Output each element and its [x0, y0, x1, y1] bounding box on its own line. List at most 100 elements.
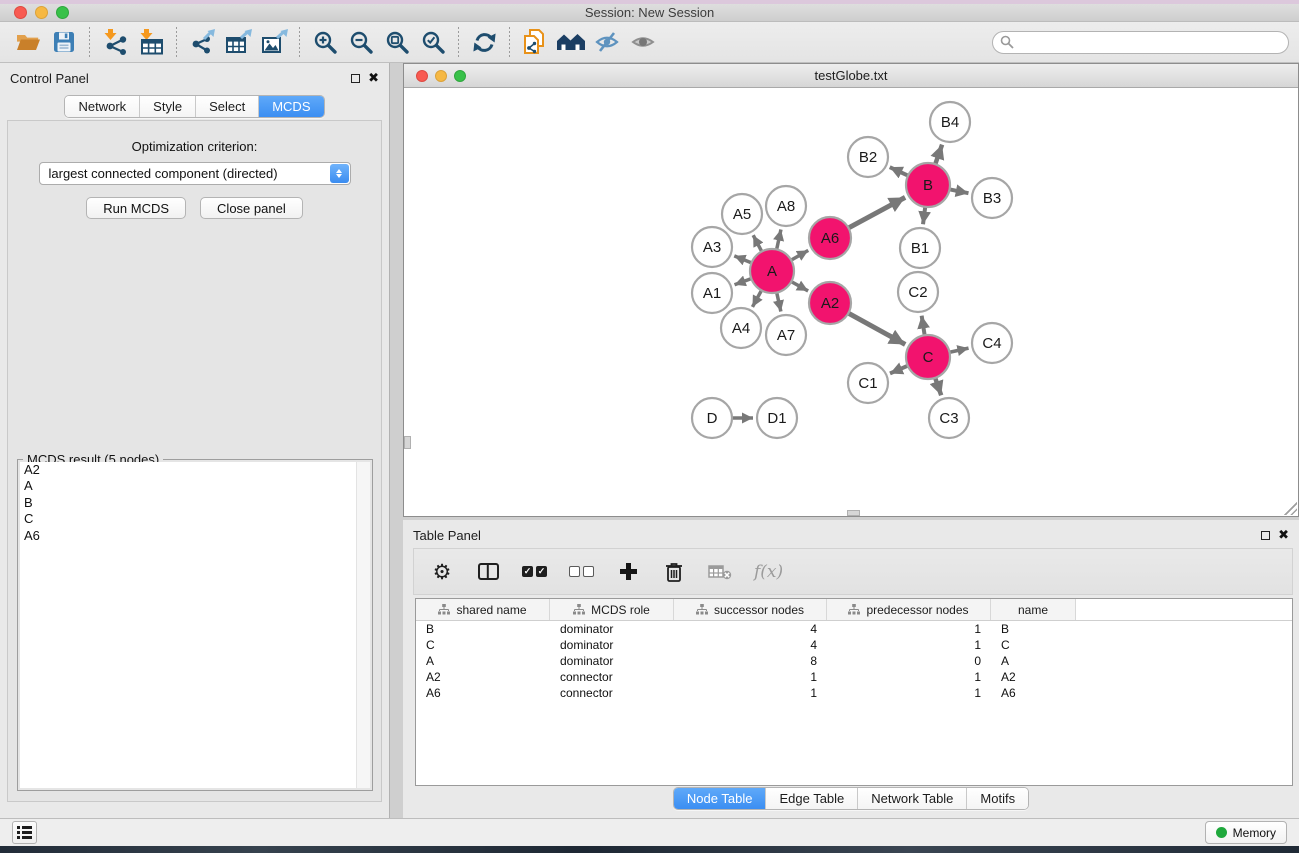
- graph-edge-A-A5[interactable]: [753, 235, 762, 252]
- table-row[interactable]: Adominator80A: [416, 653, 1292, 669]
- graph-node-B[interactable]: B: [906, 163, 950, 207]
- tab-motifs[interactable]: Motifs: [967, 788, 1028, 809]
- graph-node-A[interactable]: A: [750, 249, 794, 293]
- float-panel-icon[interactable]: [351, 74, 360, 83]
- column-header-successor-nodes[interactable]: successor nodes: [674, 599, 827, 620]
- search-input[interactable]: [992, 31, 1289, 54]
- column-header-predecessor-nodes[interactable]: predecessor nodes: [827, 599, 991, 620]
- graph-edge-A-A1[interactable]: [735, 278, 753, 285]
- graph-node-A1[interactable]: A1: [692, 273, 732, 313]
- graph-node-B2[interactable]: B2: [848, 137, 888, 177]
- graph-node-B3[interactable]: B3: [972, 178, 1012, 218]
- tab-network-table[interactable]: Network Table: [858, 788, 967, 809]
- zoom-selected-button[interactable]: [415, 25, 451, 59]
- tab-select[interactable]: Select: [196, 96, 259, 117]
- zoom-out-button[interactable]: [343, 25, 379, 59]
- graph-edge-A-A4[interactable]: [752, 289, 762, 306]
- select-all-columns-button[interactable]: ✓✓: [522, 559, 547, 585]
- list-item[interactable]: A: [20, 478, 370, 494]
- import-table-button[interactable]: [133, 25, 169, 59]
- table-row[interactable]: Cdominator41C: [416, 637, 1292, 653]
- graph-edge-B-B3[interactable]: [949, 189, 969, 193]
- graph-edge-C-C1[interactable]: [890, 365, 909, 373]
- list-item[interactable]: C: [20, 511, 370, 527]
- graph-edge-A-A2[interactable]: [790, 281, 808, 291]
- network-canvas[interactable]: B4B2BB3A5A8A6B1A3AC2A1A2A4A7C4CC1C3DD1: [404, 88, 1298, 516]
- zoom-window-button[interactable]: [56, 6, 69, 19]
- graph-node-D1[interactable]: D1: [757, 398, 797, 438]
- graph-edge-C-C2[interactable]: [922, 316, 925, 337]
- import-network-button[interactable]: [97, 25, 133, 59]
- clone-network-button[interactable]: [517, 25, 553, 59]
- tab-network[interactable]: Network: [65, 96, 140, 117]
- close-window-button[interactable]: [14, 6, 27, 19]
- network-graph[interactable]: B4B2BB3A5A8A6B1A3AC2A1A2A4A7C4CC1C3DD1: [404, 88, 1298, 516]
- function-builder-button[interactable]: f(x): [754, 559, 783, 585]
- column-header-shared-name[interactable]: shared name: [416, 599, 550, 620]
- show-panels-button[interactable]: [12, 821, 37, 844]
- graph-node-D[interactable]: D: [692, 398, 732, 438]
- table-settings-button[interactable]: ⚙: [430, 559, 454, 585]
- export-image-button[interactable]: [256, 25, 292, 59]
- graph-node-B1[interactable]: B1: [900, 228, 940, 268]
- graph-node-C2[interactable]: C2: [898, 272, 938, 312]
- graph-node-C1[interactable]: C1: [848, 363, 888, 403]
- minimize-window-button[interactable]: [35, 6, 48, 19]
- list-item[interactable]: B: [20, 495, 370, 511]
- tab-node-table[interactable]: Node Table: [674, 788, 767, 809]
- result-list-scrollbar[interactable]: [356, 462, 370, 788]
- graph-edge-C-C3[interactable]: [935, 377, 941, 395]
- network-close-button[interactable]: [416, 70, 428, 82]
- table-row[interactable]: Bdominator41B: [416, 621, 1292, 637]
- table-row[interactable]: A2connector11A2: [416, 669, 1292, 685]
- graph-edge-A-A3[interactable]: [734, 256, 752, 263]
- graph-edge-A2-C[interactable]: [848, 313, 906, 345]
- close-panel-icon[interactable]: ✖: [1278, 530, 1289, 540]
- table-row[interactable]: A6connector11A6: [416, 685, 1292, 701]
- graph-node-A6[interactable]: A6: [809, 217, 851, 259]
- column-header-name[interactable]: name: [991, 599, 1076, 620]
- memory-button[interactable]: Memory: [1205, 821, 1287, 844]
- graph-edge-A-A8[interactable]: [776, 229, 781, 250]
- export-network-button[interactable]: [184, 25, 220, 59]
- graph-node-C3[interactable]: C3: [929, 398, 969, 438]
- run-mcds-button[interactable]: Run MCDS: [86, 197, 186, 219]
- column-header-mcds-role[interactable]: MCDS role: [550, 599, 674, 620]
- close-panel-icon[interactable]: ✖: [368, 73, 379, 83]
- graph-edge-C-C4[interactable]: [949, 348, 969, 352]
- graph-node-C4[interactable]: C4: [972, 323, 1012, 363]
- tab-style[interactable]: Style: [140, 96, 196, 117]
- network-zoom-button[interactable]: [454, 70, 466, 82]
- graph-node-C[interactable]: C: [906, 335, 950, 379]
- add-column-button[interactable]: [616, 559, 640, 585]
- graph-node-A7[interactable]: A7: [766, 315, 806, 355]
- tab-mcds[interactable]: MCDS: [259, 96, 323, 117]
- mcds-result-list[interactable]: A2ABCA6: [20, 462, 370, 788]
- zoom-in-button[interactable]: [307, 25, 343, 59]
- delete-table-button[interactable]: [708, 559, 732, 585]
- tab-edge-table[interactable]: Edge Table: [766, 788, 858, 809]
- graph-edge-B-B1[interactable]: [923, 206, 925, 224]
- split-columns-button[interactable]: [476, 559, 500, 585]
- graph-edge-A-A6[interactable]: [790, 250, 808, 260]
- graph-edge-A6-B[interactable]: [848, 197, 906, 228]
- toggle-visibility-button[interactable]: [625, 25, 661, 59]
- list-item[interactable]: A2: [20, 462, 370, 478]
- list-item[interactable]: A6: [20, 528, 370, 544]
- network-minimize-button[interactable]: [435, 70, 447, 82]
- toggle-annotations-button[interactable]: [589, 25, 625, 59]
- export-table-button[interactable]: [220, 25, 256, 59]
- graph-node-A4[interactable]: A4: [721, 308, 761, 348]
- save-session-button[interactable]: [46, 25, 82, 59]
- split-pane-handle[interactable]: [404, 436, 411, 449]
- graph-node-A5[interactable]: A5: [722, 194, 762, 234]
- graph-node-A2[interactable]: A2: [809, 282, 851, 324]
- graph-edge-A-A7[interactable]: [776, 292, 780, 312]
- open-session-button[interactable]: [10, 25, 46, 59]
- graph-node-A8[interactable]: A8: [766, 186, 806, 226]
- graph-node-B4[interactable]: B4: [930, 102, 970, 142]
- close-panel-button[interactable]: Close panel: [200, 197, 303, 219]
- graph-edge-B-B2[interactable]: [890, 167, 909, 176]
- home-button[interactable]: [553, 25, 589, 59]
- refresh-network-button[interactable]: [466, 25, 502, 59]
